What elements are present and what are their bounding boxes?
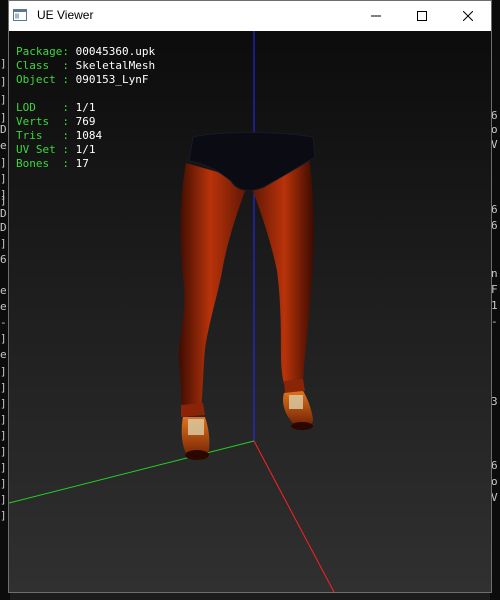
bg-char: ] bbox=[0, 75, 7, 88]
bg-char: ] bbox=[0, 509, 7, 522]
info-value: 1/1 bbox=[75, 101, 96, 114]
bg-char: ] bbox=[0, 194, 7, 207]
bg-char: ] bbox=[0, 445, 7, 458]
close-icon bbox=[463, 11, 473, 21]
info-key: Tris : bbox=[16, 129, 69, 142]
info-row-uvset: UV Set : 1/1 bbox=[16, 143, 155, 157]
info-gap bbox=[16, 87, 155, 101]
bg-char: ] bbox=[0, 429, 7, 442]
maximize-button[interactable] bbox=[399, 1, 445, 31]
bg-char: ] bbox=[0, 57, 7, 70]
bg-char: ] bbox=[0, 381, 7, 394]
info-value: 1084 bbox=[75, 129, 103, 142]
y-axis-line bbox=[9, 440, 255, 504]
info-key: UV Set : bbox=[16, 143, 69, 156]
info-key: LOD : bbox=[16, 101, 69, 114]
ue-viewer-window[interactable]: UE Viewer Package: 00045360.upk Class: … bbox=[8, 0, 492, 593]
x-axis-line bbox=[253, 440, 335, 592]
window-title: UE Viewer bbox=[37, 8, 94, 22]
app-window-icon bbox=[13, 9, 27, 21]
info-key: Verts : bbox=[16, 115, 69, 128]
maximize-icon bbox=[417, 11, 427, 21]
minimize-button[interactable] bbox=[353, 1, 399, 31]
info-row-verts: Verts : 769 bbox=[16, 115, 155, 129]
bg-char: ] bbox=[0, 397, 7, 410]
bg-char: ] bbox=[0, 93, 7, 106]
right-shoe-sole bbox=[291, 422, 313, 430]
title-bar[interactable]: UE Viewer bbox=[9, 1, 491, 31]
info-row-object: Object : 090153_LynF bbox=[16, 73, 155, 87]
info-value: SkeletalMesh bbox=[75, 59, 156, 72]
bg-char: e bbox=[0, 300, 7, 313]
left-leg bbox=[178, 163, 249, 409]
left-ankle-cuff bbox=[181, 403, 205, 417]
info-key: Class : bbox=[16, 59, 69, 72]
bg-char: ] bbox=[0, 365, 7, 378]
bg-char: ] bbox=[0, 172, 7, 185]
minimize-icon bbox=[371, 15, 381, 17]
info-key: Object : bbox=[16, 73, 69, 86]
bg-char: ] bbox=[0, 237, 7, 250]
bg-char: ] bbox=[0, 461, 7, 474]
bg-char: e bbox=[0, 348, 7, 361]
bg-char: ] bbox=[0, 413, 7, 426]
3d-viewport[interactable]: Package: 00045360.upk Class : SkeletalMe… bbox=[9, 31, 491, 592]
info-row-tris: Tris : 1084 bbox=[16, 129, 155, 143]
bg-char: D bbox=[0, 123, 7, 136]
mesh-info-overlay: Package: 00045360.upk Class : SkeletalMe… bbox=[16, 45, 155, 171]
info-key: Package: bbox=[16, 45, 69, 58]
bg-char: ] bbox=[0, 477, 7, 490]
info-value: 00045360.upk bbox=[75, 45, 156, 58]
left-shoe-sole bbox=[185, 450, 209, 460]
info-value: 1/1 bbox=[75, 143, 96, 156]
bg-char: - bbox=[0, 316, 7, 329]
bg-char: D bbox=[0, 207, 7, 220]
bg-char: ] bbox=[0, 156, 7, 169]
info-row-package: Package: 00045360.upk bbox=[16, 45, 155, 59]
info-value: 769 bbox=[75, 115, 96, 128]
close-button[interactable] bbox=[445, 1, 491, 31]
info-key: Bones : bbox=[16, 157, 69, 170]
right-leg bbox=[249, 159, 314, 387]
bg-char: e bbox=[0, 284, 7, 297]
bg-char: ] bbox=[0, 332, 7, 345]
bg-char: ] bbox=[0, 493, 7, 506]
info-value: 090153_LynF bbox=[75, 73, 149, 86]
bg-char: D bbox=[0, 221, 7, 234]
left-shoe-lace bbox=[188, 419, 204, 435]
info-row-class: Class : SkeletalMesh bbox=[16, 59, 155, 73]
bg-char: e bbox=[0, 139, 7, 152]
info-row-lod: LOD : 1/1 bbox=[16, 101, 155, 115]
info-row-bones: Bones : 17 bbox=[16, 157, 155, 171]
right-shoe-lace bbox=[289, 395, 303, 409]
right-ankle-cuff bbox=[284, 379, 305, 393]
info-value: 17 bbox=[75, 157, 89, 170]
bg-char: 6 bbox=[0, 253, 7, 266]
